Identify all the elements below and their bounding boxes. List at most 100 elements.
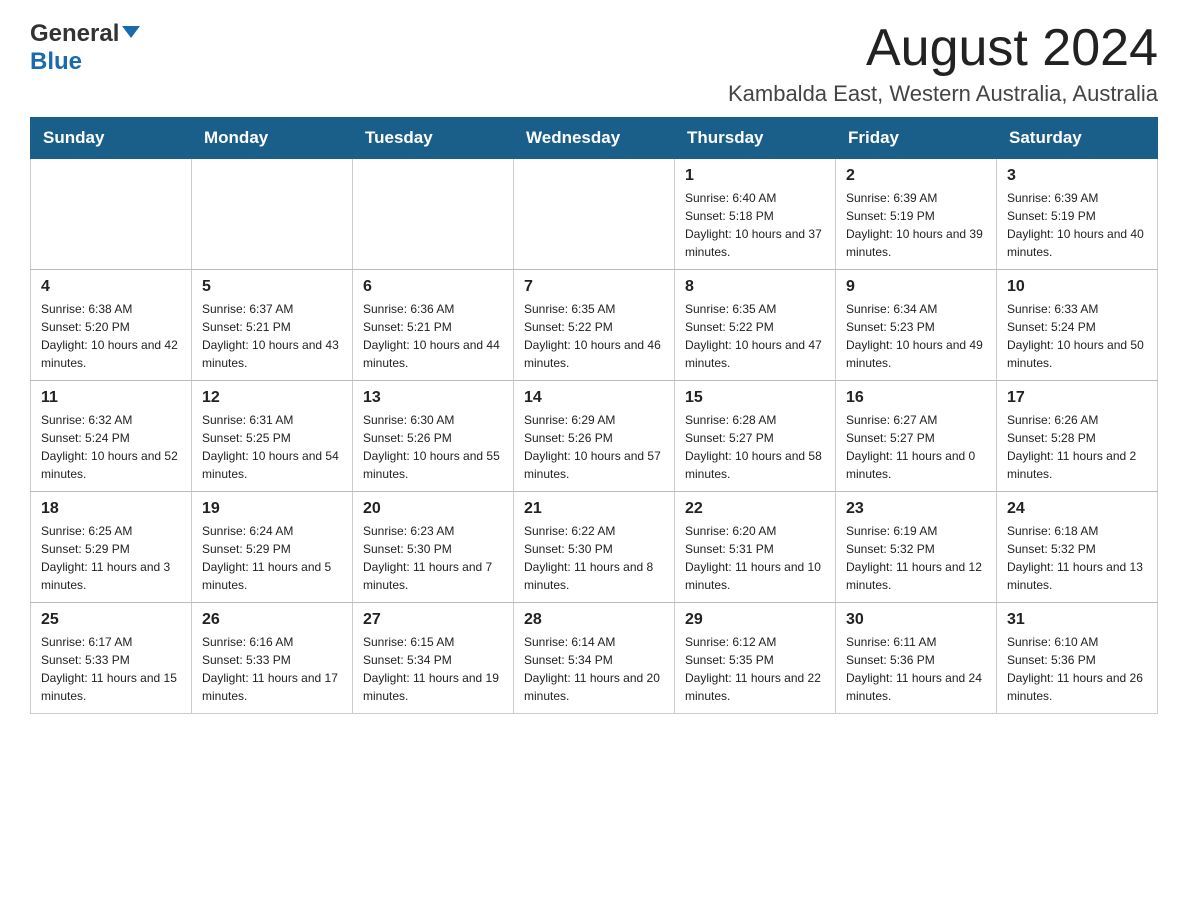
calendar-cell	[514, 159, 675, 270]
calendar-cell: 8Sunrise: 6:35 AM Sunset: 5:22 PM Daylig…	[675, 270, 836, 381]
calendar-cell: 6Sunrise: 6:36 AM Sunset: 5:21 PM Daylig…	[353, 270, 514, 381]
cell-info: Sunrise: 6:26 AM Sunset: 5:28 PM Dayligh…	[1007, 411, 1147, 483]
cell-date: 1	[685, 167, 825, 185]
cell-date: 3	[1007, 167, 1147, 185]
calendar-day-header: Friday	[836, 118, 997, 159]
cell-info: Sunrise: 6:17 AM Sunset: 5:33 PM Dayligh…	[41, 633, 181, 705]
title-area: August 2024 Kambalda East, Western Austr…	[728, 20, 1158, 107]
cell-info: Sunrise: 6:37 AM Sunset: 5:21 PM Dayligh…	[202, 300, 342, 372]
calendar-cell: 11 Sunrise: 6:32 AM Sunset: 5:24 PM Dayli…	[31, 381, 192, 492]
cell-date: 19	[202, 500, 342, 518]
logo-blue-text: Blue	[30, 48, 82, 76]
cell-date: 4	[41, 278, 181, 296]
calendar-cell: 7 Sunrise: 6:35 AM Sunset: 5:22 PM Daylig…	[514, 270, 675, 381]
cell-info: Sunrise: 6:34 AM Sunset: 5:23 PM Dayligh…	[846, 300, 986, 372]
calendar-cell: 25 Sunrise: 6:17 AM Sunset: 5:33 PM Dayli…	[31, 603, 192, 714]
calendar-cell: 18Sunrise: 6:25 AM Sunset: 5:29 PM Dayli…	[31, 492, 192, 603]
calendar-cell: 29 Sunrise: 6:12 AM Sunset: 5:35 PM Dayli…	[675, 603, 836, 714]
cell-date: 15	[685, 389, 825, 407]
cell-info: Sunrise: 6:23 AM Sunset: 5:30 PM Dayligh…	[363, 522, 503, 594]
cell-info: Sunrise: 6:15 AM Sunset: 5:34 PM Dayligh…	[363, 633, 503, 705]
calendar-header-row: SundayMondayTuesdayWednesdayThursdayFrid…	[31, 118, 1158, 159]
cell-date: 2	[846, 167, 986, 185]
cell-date: 24	[1007, 500, 1147, 518]
calendar-week-row: 11 Sunrise: 6:32 AM Sunset: 5:24 PM Dayli…	[31, 381, 1158, 492]
cell-date: 21	[524, 500, 664, 518]
cell-date: 25	[41, 611, 181, 629]
calendar-week-row: 4 Sunrise: 6:38 AM Sunset: 5:20 PM Daylig…	[31, 270, 1158, 381]
calendar-week-row: 1 Sunrise: 6:40 AM Sunset: 5:18 PM Daylig…	[31, 159, 1158, 270]
cell-date: 27	[363, 611, 503, 629]
cell-date: 23	[846, 500, 986, 518]
cell-info: Sunrise: 6:31 AM Sunset: 5:25 PM Dayligh…	[202, 411, 342, 483]
cell-info: Sunrise: 6:40 AM Sunset: 5:18 PM Dayligh…	[685, 189, 825, 261]
cell-date: 7	[524, 278, 664, 296]
location-title: Kambalda East, Western Australia, Austra…	[728, 81, 1158, 107]
calendar-cell: 26Sunrise: 6:16 AM Sunset: 5:33 PM Dayli…	[192, 603, 353, 714]
cell-info: Sunrise: 6:20 AM Sunset: 5:31 PM Dayligh…	[685, 522, 825, 594]
calendar-cell: 23Sunrise: 6:19 AM Sunset: 5:32 PM Dayli…	[836, 492, 997, 603]
calendar-cell: 10 Sunrise: 6:33 AM Sunset: 5:24 PM Dayli…	[997, 270, 1158, 381]
calendar-day-header: Sunday	[31, 118, 192, 159]
cell-date: 26	[202, 611, 342, 629]
cell-date: 16	[846, 389, 986, 407]
calendar-cell: 16 Sunrise: 6:27 AM Sunset: 5:27 PM Dayli…	[836, 381, 997, 492]
calendar-cell: 4 Sunrise: 6:38 AM Sunset: 5:20 PM Daylig…	[31, 270, 192, 381]
calendar-cell: 9 Sunrise: 6:34 AM Sunset: 5:23 PM Daylig…	[836, 270, 997, 381]
calendar-cell: 27 Sunrise: 6:15 AM Sunset: 5:34 PM Dayli…	[353, 603, 514, 714]
cell-date: 12	[202, 389, 342, 407]
cell-info: Sunrise: 6:12 AM Sunset: 5:35 PM Dayligh…	[685, 633, 825, 705]
calendar-cell: 22 Sunrise: 6:20 AM Sunset: 5:31 PM Dayli…	[675, 492, 836, 603]
logo-general-text: General	[30, 20, 119, 48]
calendar-table: SundayMondayTuesdayWednesdayThursdayFrid…	[30, 117, 1158, 714]
calendar-cell: 5Sunrise: 6:37 AM Sunset: 5:21 PM Daylig…	[192, 270, 353, 381]
calendar-day-header: Thursday	[675, 118, 836, 159]
cell-date: 14	[524, 389, 664, 407]
cell-info: Sunrise: 6:29 AM Sunset: 5:26 PM Dayligh…	[524, 411, 664, 483]
cell-date: 28	[524, 611, 664, 629]
calendar-cell	[353, 159, 514, 270]
page-header: General Blue August 2024 Kambalda East, …	[30, 20, 1158, 107]
cell-info: Sunrise: 6:27 AM Sunset: 5:27 PM Dayligh…	[846, 411, 986, 483]
cell-info: Sunrise: 6:32 AM Sunset: 5:24 PM Dayligh…	[41, 411, 181, 483]
cell-info: Sunrise: 6:39 AM Sunset: 5:19 PM Dayligh…	[846, 189, 986, 261]
calendar-cell: 12 Sunrise: 6:31 AM Sunset: 5:25 PM Dayli…	[192, 381, 353, 492]
cell-info: Sunrise: 6:33 AM Sunset: 5:24 PM Dayligh…	[1007, 300, 1147, 372]
cell-info: Sunrise: 6:25 AM Sunset: 5:29 PM Dayligh…	[41, 522, 181, 594]
calendar-cell: 17 Sunrise: 6:26 AM Sunset: 5:28 PM Dayli…	[997, 381, 1158, 492]
calendar-week-row: 25 Sunrise: 6:17 AM Sunset: 5:33 PM Dayli…	[31, 603, 1158, 714]
calendar-day-header: Wednesday	[514, 118, 675, 159]
calendar-cell: 21 Sunrise: 6:22 AM Sunset: 5:30 PM Dayli…	[514, 492, 675, 603]
cell-info: Sunrise: 6:36 AM Sunset: 5:21 PM Dayligh…	[363, 300, 503, 372]
cell-info: Sunrise: 6:18 AM Sunset: 5:32 PM Dayligh…	[1007, 522, 1147, 594]
cell-info: Sunrise: 6:11 AM Sunset: 5:36 PM Dayligh…	[846, 633, 986, 705]
calendar-cell: 19 Sunrise: 6:24 AM Sunset: 5:29 PM Dayli…	[192, 492, 353, 603]
cell-info: Sunrise: 6:28 AM Sunset: 5:27 PM Dayligh…	[685, 411, 825, 483]
cell-date: 10	[1007, 278, 1147, 296]
cell-date: 29	[685, 611, 825, 629]
cell-info: Sunrise: 6:10 AM Sunset: 5:36 PM Dayligh…	[1007, 633, 1147, 705]
cell-info: Sunrise: 6:35 AM Sunset: 5:22 PM Dayligh…	[524, 300, 664, 372]
calendar-cell: 24 Sunrise: 6:18 AM Sunset: 5:32 PM Dayli…	[997, 492, 1158, 603]
calendar-cell: 14 Sunrise: 6:29 AM Sunset: 5:26 PM Dayli…	[514, 381, 675, 492]
month-title: August 2024	[728, 20, 1158, 77]
cell-date: 8	[685, 278, 825, 296]
cell-date: 30	[846, 611, 986, 629]
cell-date: 11	[41, 389, 181, 407]
calendar-cell: 30 Sunrise: 6:11 AM Sunset: 5:36 PM Dayli…	[836, 603, 997, 714]
calendar-cell: 13Sunrise: 6:30 AM Sunset: 5:26 PM Dayli…	[353, 381, 514, 492]
calendar-cell: 15 Sunrise: 6:28 AM Sunset: 5:27 PM Dayli…	[675, 381, 836, 492]
cell-info: Sunrise: 6:38 AM Sunset: 5:20 PM Dayligh…	[41, 300, 181, 372]
calendar-day-header: Tuesday	[353, 118, 514, 159]
cell-info: Sunrise: 6:22 AM Sunset: 5:30 PM Dayligh…	[524, 522, 664, 594]
cell-date: 22	[685, 500, 825, 518]
logo-arrow-icon	[122, 24, 140, 47]
calendar-cell: 2 Sunrise: 6:39 AM Sunset: 5:19 PM Daylig…	[836, 159, 997, 270]
cell-date: 17	[1007, 389, 1147, 407]
cell-info: Sunrise: 6:39 AM Sunset: 5:19 PM Dayligh…	[1007, 189, 1147, 261]
cell-info: Sunrise: 6:24 AM Sunset: 5:29 PM Dayligh…	[202, 522, 342, 594]
calendar-cell: 28 Sunrise: 6:14 AM Sunset: 5:34 PM Dayli…	[514, 603, 675, 714]
calendar-day-header: Monday	[192, 118, 353, 159]
cell-date: 9	[846, 278, 986, 296]
cell-info: Sunrise: 6:14 AM Sunset: 5:34 PM Dayligh…	[524, 633, 664, 705]
